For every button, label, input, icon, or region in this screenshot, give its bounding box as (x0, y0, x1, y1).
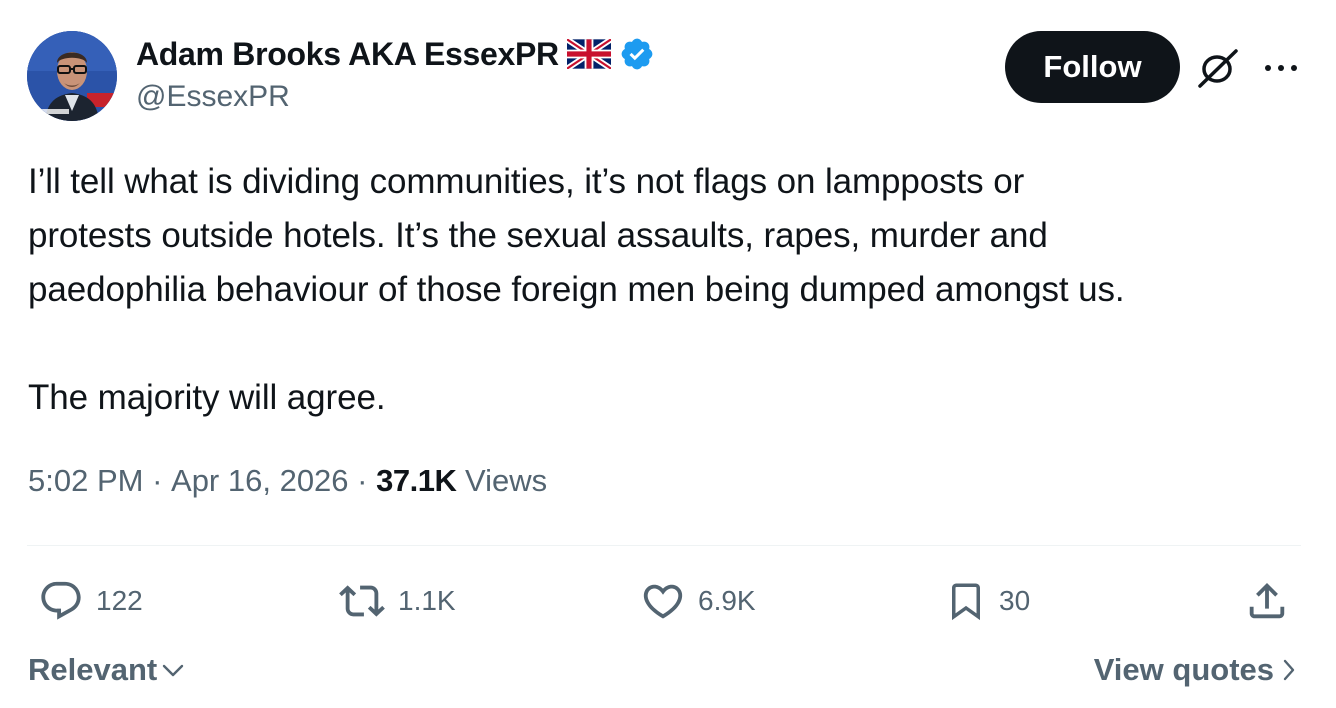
uk-flag-icon (565, 36, 613, 72)
reply-button[interactable]: 122 (38, 578, 143, 624)
share-button[interactable] (1244, 578, 1290, 624)
meta-separator: · (348, 463, 377, 498)
like-button[interactable]: 6.9K (640, 578, 756, 624)
chevron-right-icon (1283, 659, 1295, 681)
author-handle[interactable]: @EssexPR (136, 80, 290, 114)
more-icon[interactable] (1262, 58, 1300, 78)
tweet-closing-line: The majority will agree. (28, 378, 386, 417)
tweet-line: I’ll tell what is dividing communities, … (28, 162, 1025, 201)
share-icon (1249, 582, 1285, 619)
divider (27, 545, 1301, 546)
bookmark-button[interactable]: 30 (945, 578, 1030, 624)
repost-count: 1.1K (398, 585, 456, 616)
views-count: 37.1K (376, 463, 457, 498)
like-count: 6.9K (698, 585, 756, 616)
tweet-detail: Adam Brooks AKA EssexPR @EssexPR Follow (0, 0, 1336, 708)
views-label: Views (456, 463, 548, 498)
author-name-row: Adam Brooks AKA EssexPR (136, 36, 655, 72)
verified-badge-icon[interactable] (619, 36, 655, 72)
tweet-text: I’ll tell what is dividing communities, … (28, 155, 1318, 425)
view-quotes-link[interactable]: View quotes (1094, 652, 1296, 688)
reply-sort-label: Relevant (28, 652, 158, 687)
tweet-meta: 5:02 PM · Apr 16, 2026 · 37.1K Views (28, 463, 547, 499)
chevron-down-icon (163, 664, 184, 677)
repost-button[interactable]: 1.1K (338, 578, 456, 624)
grok-icon[interactable] (1196, 48, 1240, 88)
heart-icon (643, 584, 683, 619)
follow-button[interactable]: Follow (1005, 31, 1180, 103)
author-display-name[interactable]: Adam Brooks AKA EssexPR (136, 36, 559, 73)
reply-count: 122 (96, 585, 143, 616)
tweet-line: protests outside hotels. It’s the sexual… (28, 216, 1048, 255)
bookmark-count: 30 (999, 585, 1031, 616)
repost-icon (339, 585, 385, 617)
bookmark-icon (952, 583, 980, 621)
view-quotes-label: View quotes (1093, 652, 1274, 687)
tweet-line: paedophilia behaviour of those foreign m… (28, 270, 1125, 309)
reply-icon (41, 581, 81, 620)
avatar[interactable] (27, 31, 117, 121)
tweet-date[interactable]: Apr 16, 2026 (171, 463, 349, 499)
avatar-image (27, 31, 117, 121)
reply-sort-dropdown[interactable]: Relevant (28, 652, 185, 688)
tweet-time[interactable]: 5:02 PM (28, 463, 143, 499)
meta-separator: · (143, 463, 172, 498)
